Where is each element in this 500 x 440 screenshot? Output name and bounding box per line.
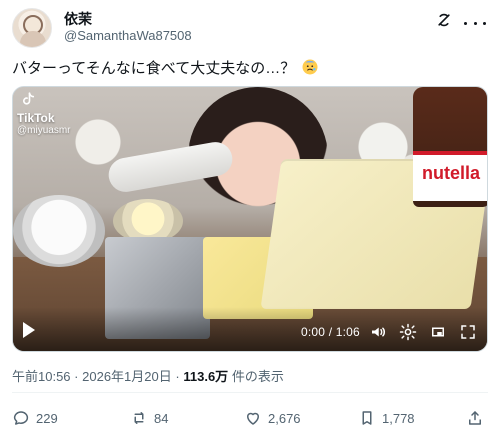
video-player[interactable]: nutella TikTok @miyuasmr 0:00 / 1:06	[12, 86, 488, 352]
repost-count: 84	[154, 410, 169, 426]
tweet-meta: 午前10:56 · 2026年1月20日 · 113.6万 件の表示	[12, 366, 284, 385]
jar-brand-text: nutella	[421, 163, 480, 183]
reply-count: 229	[36, 410, 58, 426]
grok-icon[interactable]	[434, 10, 454, 30]
reply-button[interactable]: 229	[12, 404, 58, 432]
volume-icon[interactable]	[369, 323, 387, 341]
avatar[interactable]	[12, 8, 52, 48]
tweet-text-content: バターってそんなに食べて大丈夫なの…？	[12, 60, 296, 77]
fullscreen-icon[interactable]	[459, 323, 477, 341]
video-time: 0:00 / 1:06	[301, 325, 360, 339]
like-count: 2,676	[268, 410, 301, 426]
gear-icon[interactable]	[399, 323, 417, 341]
like-button[interactable]: 2,676	[244, 404, 301, 432]
tiktok-user: @miyuasmr	[17, 125, 71, 136]
repost-icon	[130, 409, 148, 427]
tweet-header: 依茉 @SamanthaWa87508	[12, 8, 488, 48]
anxious-face-with-sweat-icon	[301, 58, 319, 76]
nutella-jar: nutella	[413, 87, 487, 207]
bookmark-button[interactable]: 1,778	[358, 404, 415, 432]
miniplayer-icon[interactable]	[429, 323, 447, 341]
share-icon	[466, 409, 484, 427]
video-controls: 0:00 / 1:06	[13, 307, 487, 351]
jar-label: nutella	[413, 151, 487, 201]
tiktok-logo-icon	[19, 91, 37, 109]
view-count[interactable]: 113.6万	[183, 369, 228, 384]
video-frame[interactable]: nutella TikTok @miyuasmr 0:00 / 1:06	[13, 87, 487, 351]
tweet-actions: 229 84 2,676 1,778	[12, 404, 488, 432]
user-handle[interactable]: @SamanthaWa87508	[64, 28, 192, 43]
tweet-time[interactable]: 午前10:56	[12, 369, 71, 384]
view-suffix: 件の表示	[231, 369, 284, 384]
heart-icon	[244, 409, 262, 427]
tweet-text: バターってそんなに食べて大丈夫なの…？	[12, 58, 488, 79]
tiktok-brand: TikTok	[17, 111, 55, 125]
tweet-date[interactable]: 2026年1月20日	[82, 369, 172, 384]
reply-icon	[12, 409, 30, 427]
meta-separator: ·	[74, 369, 79, 384]
repost-button[interactable]: 84	[130, 404, 168, 432]
bookmark-icon	[358, 409, 376, 427]
share-button[interactable]	[466, 404, 484, 432]
meta-separator: ·	[175, 369, 180, 384]
play-icon[interactable]	[23, 322, 35, 338]
more-icon[interactable]	[464, 14, 486, 32]
tiktok-watermark: TikTok @miyuasmr	[17, 91, 137, 141]
divider	[12, 392, 488, 393]
bookmark-count: 1,778	[382, 410, 415, 426]
sugar-bowl	[13, 195, 105, 267]
display-name[interactable]: 依茉	[64, 9, 92, 29]
